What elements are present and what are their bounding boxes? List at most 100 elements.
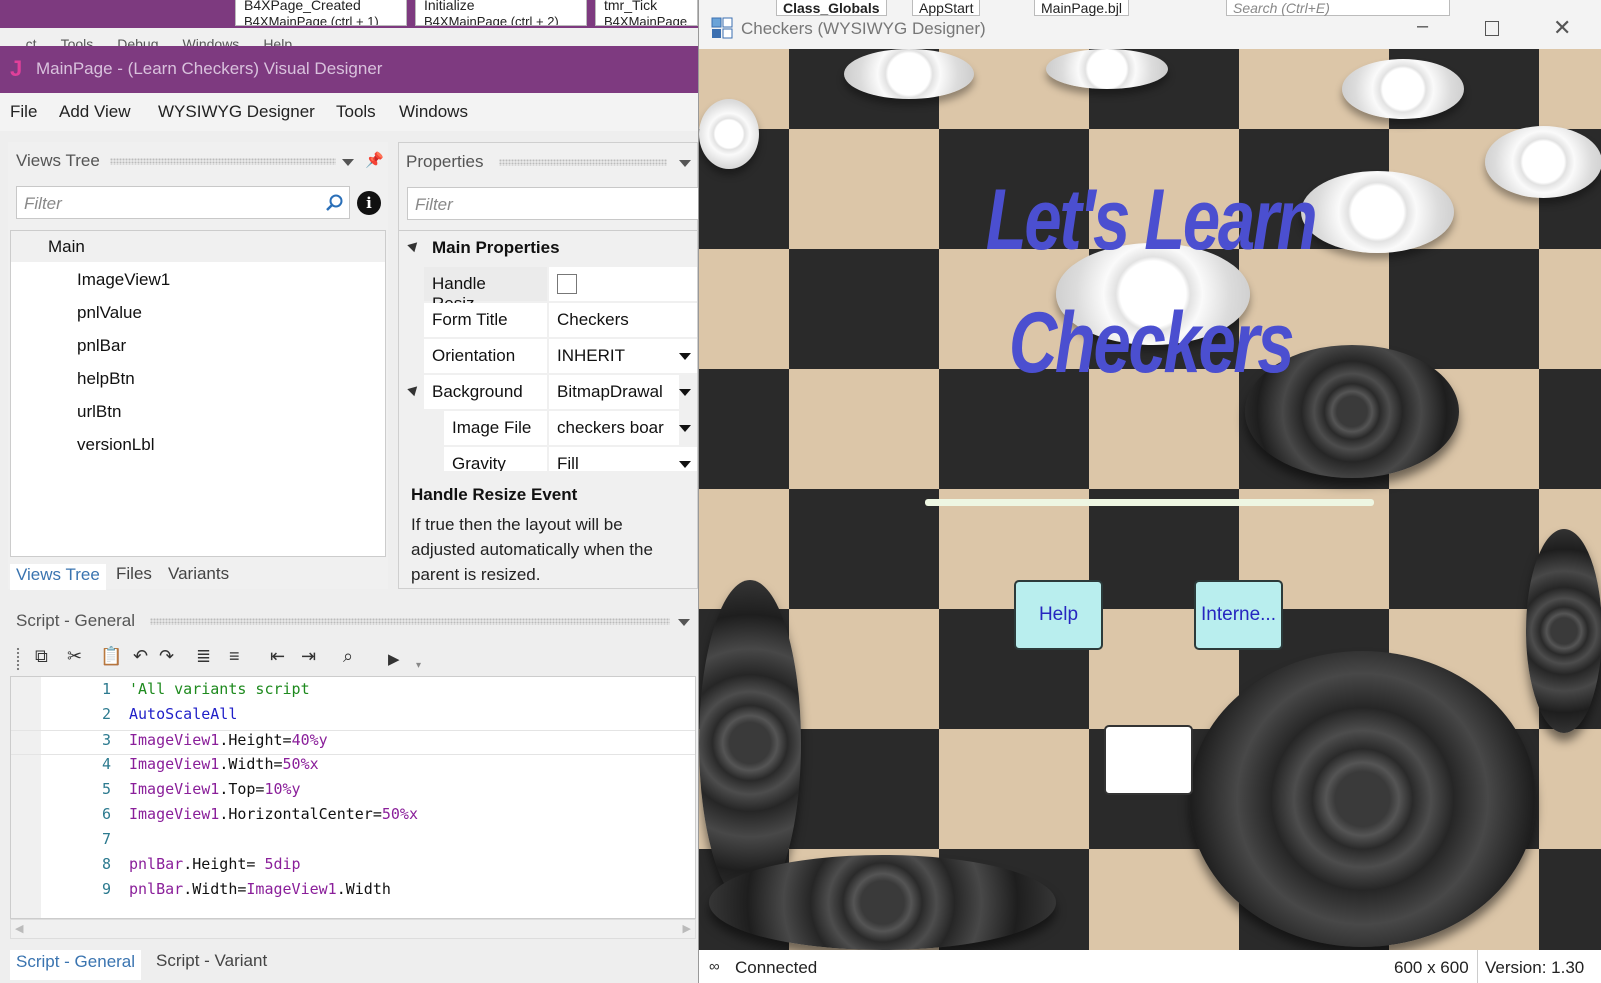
code-text: pnlBar.Width=ImageView1.Width xyxy=(129,880,391,898)
code-tab-tmr-tick[interactable]: tmr_Tick B4XMainPage xyxy=(595,0,698,26)
properties-filter-input[interactable]: Filter xyxy=(407,187,699,220)
menu-fragment: Tools xyxy=(60,36,94,46)
undo-icon[interactable]: ↶ xyxy=(133,646,148,667)
uncomment-block-icon[interactable]: ≡ xyxy=(229,646,240,667)
line-number: 3 xyxy=(101,731,111,749)
cut-icon[interactable]: ✂ xyxy=(67,646,82,667)
tree-item[interactable]: pnlBar xyxy=(77,336,126,356)
info-icon[interactable]: i xyxy=(357,191,381,215)
panel-menu-caret-icon[interactable] xyxy=(678,619,690,626)
handle-resize-checkbox[interactable] xyxy=(557,274,577,294)
code-text: AutoScaleAll xyxy=(129,705,237,723)
script-editor[interactable]: 1 'All variants script 2 AutoScaleAll 3 Image… xyxy=(10,676,696,919)
dropdown-arrow-icon[interactable] xyxy=(679,461,691,468)
property-row-image-file: Image File checkers boar xyxy=(444,411,697,445)
tree-item[interactable]: ImageView1 xyxy=(77,270,170,290)
views-tree-list: Main ImageView1 pnlValue pnlBar helpBtn … xyxy=(10,230,386,557)
filter-placeholder: Filter xyxy=(415,195,453,214)
tab-files[interactable]: Files xyxy=(116,564,152,584)
minimize-button[interactable]: – xyxy=(1417,15,1428,38)
version-label: Version: 1.30 xyxy=(1485,958,1585,977)
gravity-select[interactable]: Fill xyxy=(549,447,697,471)
menu-add-view[interactable]: Add View xyxy=(59,102,131,122)
horizontal-scrollbar[interactable]: ◀ ▶ xyxy=(10,919,696,939)
toolbar-grip xyxy=(16,647,20,671)
collapse-triangle-icon[interactable] xyxy=(407,238,421,253)
tree-item[interactable]: urlBtn xyxy=(77,402,121,422)
menu-fragment: Debug xyxy=(117,36,159,46)
dropdown-arrow-icon[interactable] xyxy=(679,389,691,396)
help-button[interactable]: Help xyxy=(1014,580,1103,650)
designer-window-title: MainPage - (Learn Checkers) Visual Desig… xyxy=(36,59,383,78)
search-icon[interactable] xyxy=(325,194,343,212)
paste-icon[interactable]: 📋 xyxy=(100,646,122,667)
menu-fragment: Help xyxy=(263,36,293,46)
code-token: ImageView1 xyxy=(246,880,337,898)
tree-item[interactable]: versionLbl xyxy=(77,435,155,455)
views-tree-panel: Views Tree 📌 Filter i Main ImageView1 pn… xyxy=(8,142,388,590)
indent-icon[interactable]: ⇥ xyxy=(301,646,316,667)
background-select[interactable]: BitmapDrawal xyxy=(549,375,679,409)
status-divider xyxy=(1477,950,1478,983)
tree-item[interactable]: helpBtn xyxy=(77,369,135,389)
run-icon[interactable]: ▶ xyxy=(388,650,400,668)
tree-item[interactable]: pnlValue xyxy=(77,303,142,323)
outdent-icon[interactable]: ⇤ xyxy=(270,646,285,667)
code-line: 8 pnlBar.Height= 5dip xyxy=(11,855,695,880)
ide-search-input[interactable]: Search (Ctrl+E) xyxy=(1226,0,1450,16)
menu-windows[interactable]: Windows xyxy=(399,102,468,122)
menu-wysiwyg-designer[interactable]: WYSIWYG Designer xyxy=(158,102,315,122)
image-file-select[interactable]: checkers boar xyxy=(549,411,679,445)
views-tree-filter-input[interactable]: Filter xyxy=(16,186,350,219)
dropdown-arrow-icon[interactable] xyxy=(679,425,691,432)
code-tab-appstart[interactable]: AppStart xyxy=(912,0,981,16)
scroll-right-icon[interactable]: ▶ xyxy=(683,922,691,935)
form-title-value[interactable]: Checkers xyxy=(549,303,697,337)
panel-menu-caret-icon[interactable] xyxy=(679,160,691,167)
code-text: ImageView1.Top=10%y xyxy=(129,780,301,798)
script-header: Script - General xyxy=(16,611,136,630)
tab-variants[interactable]: Variants xyxy=(168,564,229,584)
views-tree-header: Views Tree xyxy=(16,151,100,170)
panel-menu-caret-icon[interactable] xyxy=(342,159,354,166)
tab-method: B4XPage_Created xyxy=(244,0,361,13)
tab-script-general[interactable]: Script - General xyxy=(10,950,142,980)
menu-file[interactable]: File xyxy=(10,102,37,122)
code-token: .Height= xyxy=(183,855,265,873)
tree-item-main[interactable]: Main xyxy=(48,237,85,257)
menu-tools[interactable]: Tools xyxy=(336,102,376,122)
drag-grip[interactable] xyxy=(499,159,667,166)
close-button[interactable]: ✕ xyxy=(1553,15,1571,41)
find-icon[interactable]: ⌕ xyxy=(343,646,353,667)
pin-icon[interactable]: 📌 xyxy=(365,151,384,169)
tab-script-variant[interactable]: Script - Variant xyxy=(156,951,267,971)
comment-block-icon[interactable]: ≣ xyxy=(196,646,211,667)
app-logo-icon: J xyxy=(10,56,23,81)
property-row-background: Background BitmapDrawal xyxy=(424,375,697,409)
code-tab-mainpage-bjl[interactable]: MainPage.bjl xyxy=(1034,0,1129,16)
tab-views-tree[interactable]: Views Tree xyxy=(10,564,106,590)
orientation-select[interactable]: INHERIT xyxy=(549,339,697,373)
code-tab-initialize[interactable]: Initialize B4XMainPage (ctrl + 2) xyxy=(415,0,587,26)
internet-button[interactable]: Interne... xyxy=(1194,580,1283,650)
scroll-left-icon[interactable]: ◀ xyxy=(15,922,23,935)
collapse-triangle-icon[interactable] xyxy=(407,382,421,397)
property-key: Orientation xyxy=(424,339,547,373)
code-tab-b4xpage-created[interactable]: B4XPage_Created B4XMainPage (ctrl + 1) xyxy=(235,0,407,26)
drag-grip[interactable] xyxy=(150,618,670,625)
tab-module: B4XMainPage (ctrl + 2) xyxy=(424,14,559,26)
dropdown-arrow-icon[interactable] xyxy=(679,353,691,360)
redo-icon[interactable]: ↷ xyxy=(159,646,174,667)
white-checker-piece xyxy=(1342,59,1464,119)
tab-module: B4XMainPage xyxy=(604,14,688,26)
white-checker-piece xyxy=(699,99,759,169)
designer-title-bar: J MainPage - (Learn Checkers) Visual Des… xyxy=(0,46,698,93)
copy-icon[interactable]: ⧉ xyxy=(35,646,48,667)
toolbar-overflow-icon[interactable]: ▾ xyxy=(416,660,421,671)
line-number: 9 xyxy=(101,880,111,898)
app-icon xyxy=(711,17,733,39)
section-main-properties: Main Properties xyxy=(432,238,560,257)
maximize-button[interactable] xyxy=(1485,21,1499,36)
drag-grip[interactable] xyxy=(110,158,336,165)
code-tab-class-globals[interactable]: Class_Globals xyxy=(776,0,887,16)
